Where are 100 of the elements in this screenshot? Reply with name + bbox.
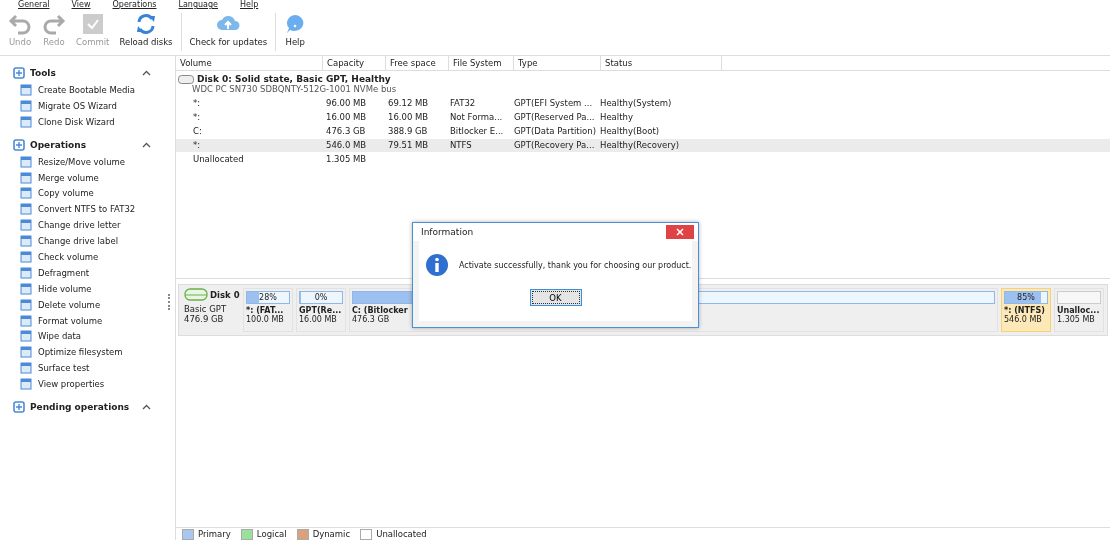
table-cell: C: — [193, 126, 202, 136]
sidebar-item[interactable]: Check volume — [0, 249, 175, 265]
close-icon — [676, 228, 684, 236]
table-cell: Healthy(Boot) — [600, 126, 660, 136]
menu-item[interactable]: View — [71, 0, 91, 9]
sidebar-item[interactable]: Clone Disk Wizard — [0, 113, 175, 130]
column-header[interactable]: Type — [514, 56, 601, 70]
section-header[interactable]: Pending operations — [0, 398, 175, 417]
sidebar-item[interactable]: Convert NTFS to FAT32 — [0, 201, 175, 218]
sidebar-item[interactable]: Optimize filesystem — [0, 344, 175, 361]
table-row[interactable]: *: 96.00 MB 69.12 MB FAT32 GPT(EFI System ... Healthy(System) — [176, 97, 1110, 110]
column-header[interactable]: File System — [449, 56, 514, 70]
window-icon — [20, 203, 32, 216]
sidebar-item[interactable]: Hide volume — [0, 280, 175, 297]
window-icon — [20, 171, 32, 184]
legend-label: Logical — [256, 529, 287, 539]
table-cell: *: — [193, 112, 201, 122]
redo-icon — [42, 13, 66, 35]
legend-label: Primary — [198, 529, 231, 539]
window-icon — [20, 219, 32, 232]
table-cell: GPT(EFI System ... — [514, 98, 593, 108]
undo-icon — [8, 13, 32, 35]
section-header[interactable]: Tools — [0, 64, 175, 82]
table-cell: 96.00 MB — [326, 98, 367, 108]
window-icon — [20, 250, 32, 263]
sidebar-item[interactable]: Surface test — [0, 360, 175, 377]
usage-bar: 0% — [299, 291, 343, 304]
checkbox-icon — [81, 13, 104, 35]
refresh-icon — [134, 13, 157, 35]
sidebar-item[interactable]: Format volume — [0, 312, 175, 329]
partition-block[interactable]: 28% *: (FAT... 100.0 MB — [243, 288, 293, 332]
menu-item[interactable]: Language — [178, 0, 218, 9]
window-icon — [20, 235, 32, 248]
table-cell: Healthy(System) — [600, 98, 672, 108]
column-header[interactable]: Free space — [386, 56, 449, 70]
sidebar-item[interactable]: Migrate OS Wizard — [0, 97, 175, 114]
window-icon — [20, 99, 32, 112]
splitter-grip[interactable] — [168, 294, 172, 310]
toolbar-button[interactable]: Reload disks — [115, 13, 177, 47]
menu-item[interactable]: Help — [240, 0, 259, 9]
section-icon — [12, 66, 26, 80]
section-icon — [12, 400, 26, 415]
sidebar-item[interactable]: Change drive letter — [0, 217, 175, 234]
menu-item[interactable]: General — [18, 0, 50, 9]
partition-block[interactable]: Unalloc... 1.305 MB — [1054, 288, 1104, 332]
sidebar-item[interactable]: Create Bootable Media — [0, 82, 175, 98]
table-cell: GPT(Recovery Pa... — [514, 140, 595, 150]
table-cell: 69.12 MB — [388, 98, 429, 108]
column-header[interactable]: Volume — [176, 56, 323, 70]
table-cell: *: — [193, 98, 201, 108]
sidebar-item[interactable]: Delete volume — [0, 296, 175, 313]
dialog-message: Activate successfully, thank you for choosing our product. — [459, 260, 692, 270]
table-cell: Not Forma... — [450, 112, 503, 122]
table-row[interactable]: Unallocated 1.305 MB — [176, 153, 1110, 166]
window-icon — [20, 346, 32, 359]
chevron-icon — [142, 70, 151, 76]
sidebar-item[interactable]: View properties — [0, 376, 175, 393]
sidebar-item[interactable]: Change drive label — [0, 233, 175, 249]
table-cell: 1.305 MB — [326, 154, 367, 164]
sidebar-item[interactable]: Defragment — [0, 264, 175, 281]
usage-bar — [1057, 291, 1101, 304]
table-cell: 388.9 GB — [388, 126, 428, 136]
chevron-icon — [142, 141, 151, 148]
sidebar-item[interactable]: Merge volume — [0, 169, 175, 186]
window-icon — [20, 115, 32, 128]
ok-button[interactable]: OK — [529, 289, 582, 306]
column-header[interactable]: Status — [601, 56, 722, 70]
window-icon — [20, 266, 32, 279]
column-header[interactable]: Capacity — [323, 56, 386, 70]
sidebar-item[interactable]: Resize/Move volume — [0, 153, 175, 170]
table-row[interactable]: C: 476.3 GB 388.9 GB Bitlocker E... GPT(Data Partition) Healthy(Boot) — [176, 125, 1110, 138]
partition-block[interactable]: 85% *: (NTFS) 546.0 MB — [1001, 288, 1051, 332]
disk-model: WDC PC SN730 SDBQNTY-512G-1001 NVMe bus — [191, 84, 398, 94]
table-cell: 476.3 GB — [326, 126, 366, 136]
window-icon — [20, 298, 32, 311]
sidebar-item[interactable]: Wipe data — [0, 328, 175, 345]
usage-bar: 28% — [246, 291, 290, 304]
partition-block[interactable]: 0% GPT(Re... 16.00 MB — [296, 288, 346, 332]
close-button[interactable] — [666, 225, 694, 239]
table-row[interactable]: *: 546.0 MB 79.51 MB NTFS GPT(Recovery Pa... Healthy(Recovery) — [176, 139, 1110, 152]
section-header[interactable]: Operations — [0, 135, 175, 154]
usage-bar: 85% — [1004, 291, 1048, 304]
window-icon — [20, 330, 32, 343]
disk-info-block[interactable]: Disk 0 Basic GPT 476.9 GB — [182, 288, 240, 332]
window-icon — [20, 187, 32, 200]
toolbar-button[interactable]: Help — [280, 13, 311, 47]
table-row[interactable]: *: 16.00 MB 16.00 MB Not Forma... GPT(Reserved Pa... Healthy — [176, 111, 1110, 124]
table-cell: GPT(Reserved Pa... — [514, 112, 595, 122]
window-icon — [20, 378, 32, 391]
table-cell: GPT(Data Partition) — [514, 126, 596, 136]
window-icon — [20, 155, 32, 168]
chevron-icon — [142, 404, 151, 411]
menu-item[interactable]: Operations — [112, 0, 157, 9]
toolbar-button[interactable]: Check for updates — [185, 13, 272, 47]
table-cell: 79.51 MB — [388, 140, 429, 150]
legend-label: Unallocated — [376, 529, 427, 539]
table-cell: Unallocated — [193, 154, 244, 164]
table-cell: Healthy — [600, 112, 633, 122]
disk-title: Disk 0: Solid state, Basic GPT, Healthy — [197, 74, 391, 84]
sidebar-item[interactable]: Copy volume — [0, 185, 175, 202]
